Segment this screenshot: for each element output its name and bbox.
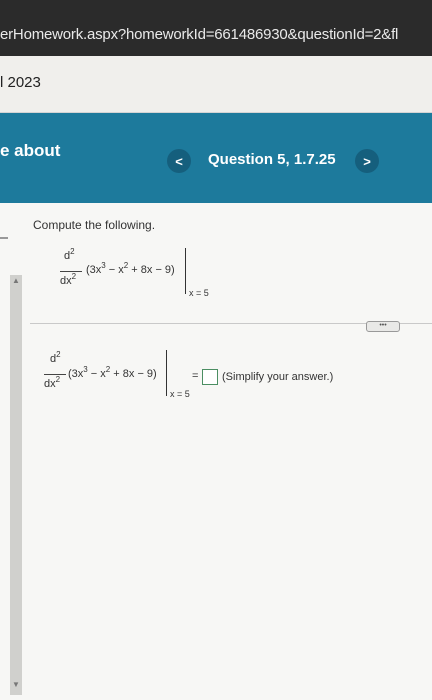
answer-input[interactable] xyxy=(202,369,218,385)
next-question-button[interactable]: > xyxy=(355,149,379,173)
polynomial-expression-2: (3x3 − x2 + 8x − 9) xyxy=(68,365,157,380)
evaluation-bar xyxy=(185,248,186,294)
chevron-left-icon: < xyxy=(175,153,183,169)
left-scrollbar[interactable] xyxy=(10,275,22,695)
equals-sign: = xyxy=(192,370,199,382)
term-label: l 2023 xyxy=(0,74,41,91)
frac-denominator-2: dx2 xyxy=(44,375,61,390)
more-options-button[interactable]: ••• xyxy=(366,321,400,332)
fraction-bar-2 xyxy=(44,374,66,375)
evaluation-bar-2 xyxy=(166,350,167,396)
polynomial-expression: (3x3 − x2 + 8x − 9) xyxy=(86,261,175,276)
frac-denominator: dx2 xyxy=(60,272,77,287)
scroll-up-icon[interactable]: ▲ xyxy=(10,276,22,285)
scroll-down-icon[interactable]: ▼ xyxy=(10,680,22,689)
header-about-label: e about xyxy=(0,141,61,160)
evaluation-point-2: x = 5 xyxy=(170,389,190,399)
fraction-bar xyxy=(60,271,82,272)
left-dash-marker xyxy=(0,237,8,239)
question-prompt: Compute the following. xyxy=(33,218,156,232)
frac-numerator: d2 xyxy=(64,247,75,262)
question-header: e about < Question 5, 1.7.25 > xyxy=(0,113,432,203)
evaluation-point: x = 5 xyxy=(189,288,209,298)
url-text[interactable]: erHomework.aspx?homeworkId=661486930&que… xyxy=(0,26,432,43)
question-title: Question 5, 1.7.25 xyxy=(208,151,336,168)
previous-question-button[interactable]: < xyxy=(167,149,191,173)
browser-url-bar[interactable]: erHomework.aspx?homeworkId=661486930&que… xyxy=(0,0,432,56)
frac-numerator-2: d2 xyxy=(50,350,61,365)
course-band: l 2023 xyxy=(0,56,432,113)
chevron-right-icon: > xyxy=(363,153,371,169)
simplify-hint: (Simplify your answer.) xyxy=(222,371,334,383)
